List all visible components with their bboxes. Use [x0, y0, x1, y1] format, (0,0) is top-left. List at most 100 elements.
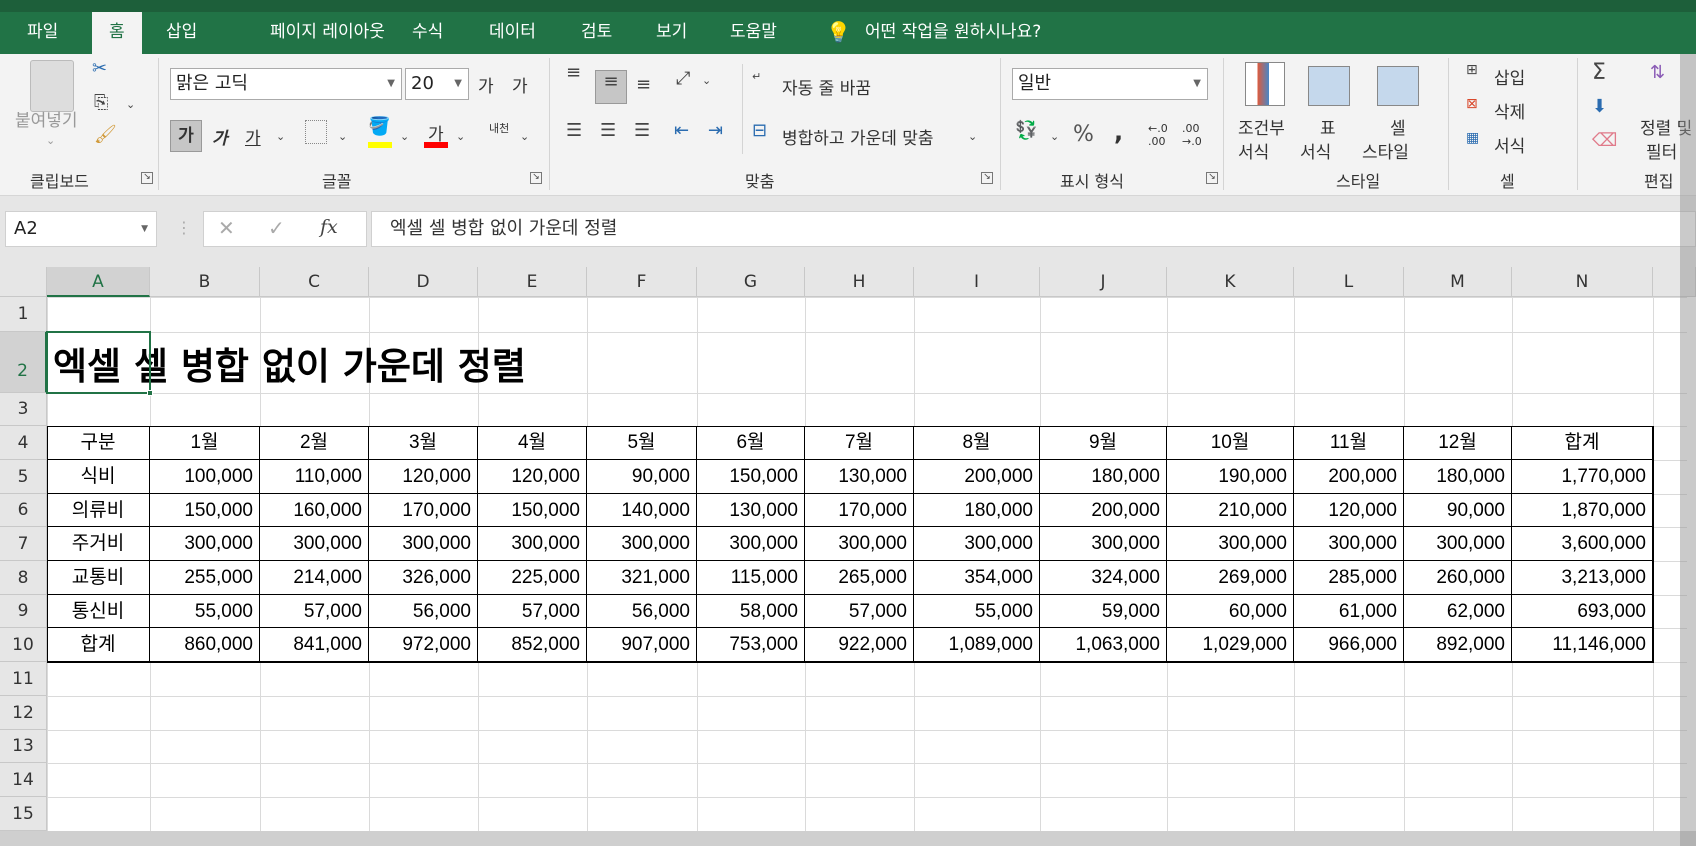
tab-review[interactable]: 검토: [581, 12, 612, 54]
fill-color-icon[interactable]: 🪣: [368, 116, 390, 137]
tell-me-search[interactable]: 어떤 작업을 원하시나요?: [865, 12, 1041, 54]
align-bottom-icon[interactable]: ≡: [636, 74, 651, 95]
cell-styles-button[interactable]: 셀: [1390, 114, 1406, 139]
vertical-scrollbar[interactable]: [1680, 54, 1696, 846]
name-box[interactable]: A2 ▼: [5, 211, 157, 247]
alignment-launcher-icon[interactable]: ↘: [981, 172, 993, 184]
accounting-dropdown-icon[interactable]: ⌄: [1050, 130, 1059, 143]
chevron-down-icon[interactable]: ⌄: [46, 134, 55, 147]
font-launcher-icon[interactable]: ↘: [530, 172, 542, 184]
fill-dropdown-icon[interactable]: ⌄: [400, 130, 409, 143]
worksheet-grid[interactable]: A B C D E F G H I J K L M N 1 2 3 4 5 6 7 8 9 10 11 12 13 14 15 엑셀 셀 …: [0, 267, 1696, 831]
borders-icon[interactable]: [305, 120, 327, 144]
column-header-K[interactable]: K: [1167, 267, 1294, 297]
column-header-G[interactable]: G: [697, 267, 805, 297]
align-center-icon[interactable]: ☰: [600, 120, 616, 141]
column-header-H[interactable]: H: [805, 267, 914, 297]
drag-handle-icon[interactable]: ⋮: [176, 218, 192, 237]
row-header-11[interactable]: 11: [0, 662, 47, 696]
font-color-dropdown-icon[interactable]: ⌄: [456, 130, 465, 143]
format-cells-button[interactable]: 서식: [1494, 132, 1525, 157]
comma-button[interactable]: ,: [1114, 118, 1123, 146]
tab-insert[interactable]: 삽입: [166, 12, 197, 54]
tab-view[interactable]: 보기: [656, 12, 687, 54]
align-top-icon[interactable]: ≡: [566, 62, 581, 83]
borders-dropdown-icon[interactable]: ⌄: [338, 130, 347, 143]
font-size-select[interactable]: 20 ▼: [405, 68, 469, 100]
cut-icon[interactable]: ✂: [92, 58, 107, 79]
underline-button[interactable]: 가: [245, 124, 261, 149]
delete-cells-button[interactable]: 삭제: [1494, 98, 1525, 123]
clear-icon[interactable]: ⌫: [1592, 130, 1617, 151]
number-launcher-icon[interactable]: ↘: [1206, 172, 1218, 184]
font-name-select[interactable]: 맑은 고딕 ▼: [170, 68, 402, 100]
format-painter-icon[interactable]: 🖌: [94, 124, 117, 145]
row-header-5[interactable]: 5: [0, 460, 47, 494]
row-header-13[interactable]: 13: [0, 730, 47, 763]
conditional-formatting-button[interactable]: 조건부: [1238, 114, 1285, 139]
bold-button[interactable]: 가: [170, 120, 202, 152]
number-format-select[interactable]: 일반 ▼: [1012, 68, 1208, 100]
format-as-table-label[interactable]: 서식: [1300, 138, 1331, 163]
row-header-3[interactable]: 3: [0, 393, 47, 426]
paste-button[interactable]: 붙여넣기: [15, 106, 78, 131]
copy-dropdown-icon[interactable]: ⌄: [126, 98, 135, 111]
phonetic-button[interactable]: 내천: [489, 120, 509, 136]
column-header-M[interactable]: M: [1404, 267, 1512, 297]
row-header-8[interactable]: 8: [0, 561, 47, 595]
decrease-indent-icon[interactable]: ⇤: [674, 120, 689, 141]
shrink-font-button[interactable]: 가: [512, 72, 528, 97]
cell-styles-label[interactable]: 스타일: [1362, 138, 1409, 163]
column-header-B[interactable]: B: [150, 267, 260, 297]
tab-file[interactable]: 파일: [27, 12, 58, 54]
column-header-L[interactable]: L: [1294, 267, 1404, 297]
fill-icon[interactable]: ⬇: [1592, 96, 1607, 117]
select-all-corner[interactable]: [0, 267, 47, 297]
insert-function-icon[interactable]: fx: [320, 216, 338, 238]
row-header-12[interactable]: 12: [0, 696, 47, 730]
increase-indent-icon[interactable]: ⇥: [708, 120, 723, 141]
row-header-6[interactable]: 6: [0, 494, 47, 527]
column-header-I[interactable]: I: [914, 267, 1040, 297]
column-header-A[interactable]: A: [47, 267, 150, 297]
insert-cells-button[interactable]: 삽입: [1494, 64, 1525, 89]
align-middle-icon[interactable]: ≡: [595, 70, 627, 104]
fill-handle[interactable]: [147, 390, 153, 396]
tab-home[interactable]: 홈: [92, 12, 142, 54]
decrease-decimal-button[interactable]: .00 →.0: [1182, 122, 1210, 148]
format-as-table-button[interactable]: 표: [1320, 114, 1336, 139]
row-header-9[interactable]: 9: [0, 595, 47, 628]
tab-formulas[interactable]: 수식: [412, 12, 443, 54]
column-header-E[interactable]: E: [478, 267, 587, 297]
row-header-2[interactable]: 2: [0, 332, 47, 393]
column-header-D[interactable]: D: [369, 267, 478, 297]
percent-button[interactable]: %: [1073, 122, 1094, 147]
copy-icon[interactable]: ⎘: [94, 92, 108, 113]
underline-dropdown-icon[interactable]: ⌄: [276, 130, 285, 143]
italic-button[interactable]: 가: [212, 124, 228, 149]
wrap-text-button[interactable]: 자동 줄 바꿈: [782, 74, 871, 99]
row-header-7[interactable]: 7: [0, 527, 47, 561]
tab-page-layout[interactable]: 페이지 레이아웃: [270, 12, 385, 54]
column-header-J[interactable]: J: [1040, 267, 1167, 297]
column-header-N[interactable]: N: [1512, 267, 1653, 297]
cancel-icon[interactable]: ✕: [218, 216, 235, 240]
row-header-15[interactable]: 15: [0, 797, 47, 831]
enter-icon[interactable]: ✓: [268, 216, 285, 240]
autosum-icon[interactable]: Σ: [1592, 60, 1606, 85]
align-right-icon[interactable]: ☰: [634, 120, 650, 141]
column-header-C[interactable]: C: [260, 267, 369, 297]
tab-help[interactable]: 도움말: [730, 12, 777, 54]
increase-decimal-button[interactable]: ←.0 .00: [1148, 122, 1176, 148]
orientation-icon[interactable]: ⤢: [676, 68, 690, 89]
row-header-10[interactable]: 10: [0, 628, 47, 662]
merge-center-button[interactable]: 병합하고 가운데 맞춤: [782, 124, 934, 149]
row-header-14[interactable]: 14: [0, 763, 47, 797]
tab-data[interactable]: 데이터: [489, 12, 536, 54]
clipboard-launcher-icon[interactable]: ↘: [141, 172, 153, 184]
horizontal-scrollbar[interactable]: [0, 831, 1696, 846]
grow-font-button[interactable]: 가: [478, 72, 494, 97]
row-header-4[interactable]: 4: [0, 426, 47, 460]
accounting-format-icon[interactable]: 💱: [1015, 120, 1037, 141]
merge-dropdown-icon[interactable]: ⌄: [968, 130, 977, 143]
